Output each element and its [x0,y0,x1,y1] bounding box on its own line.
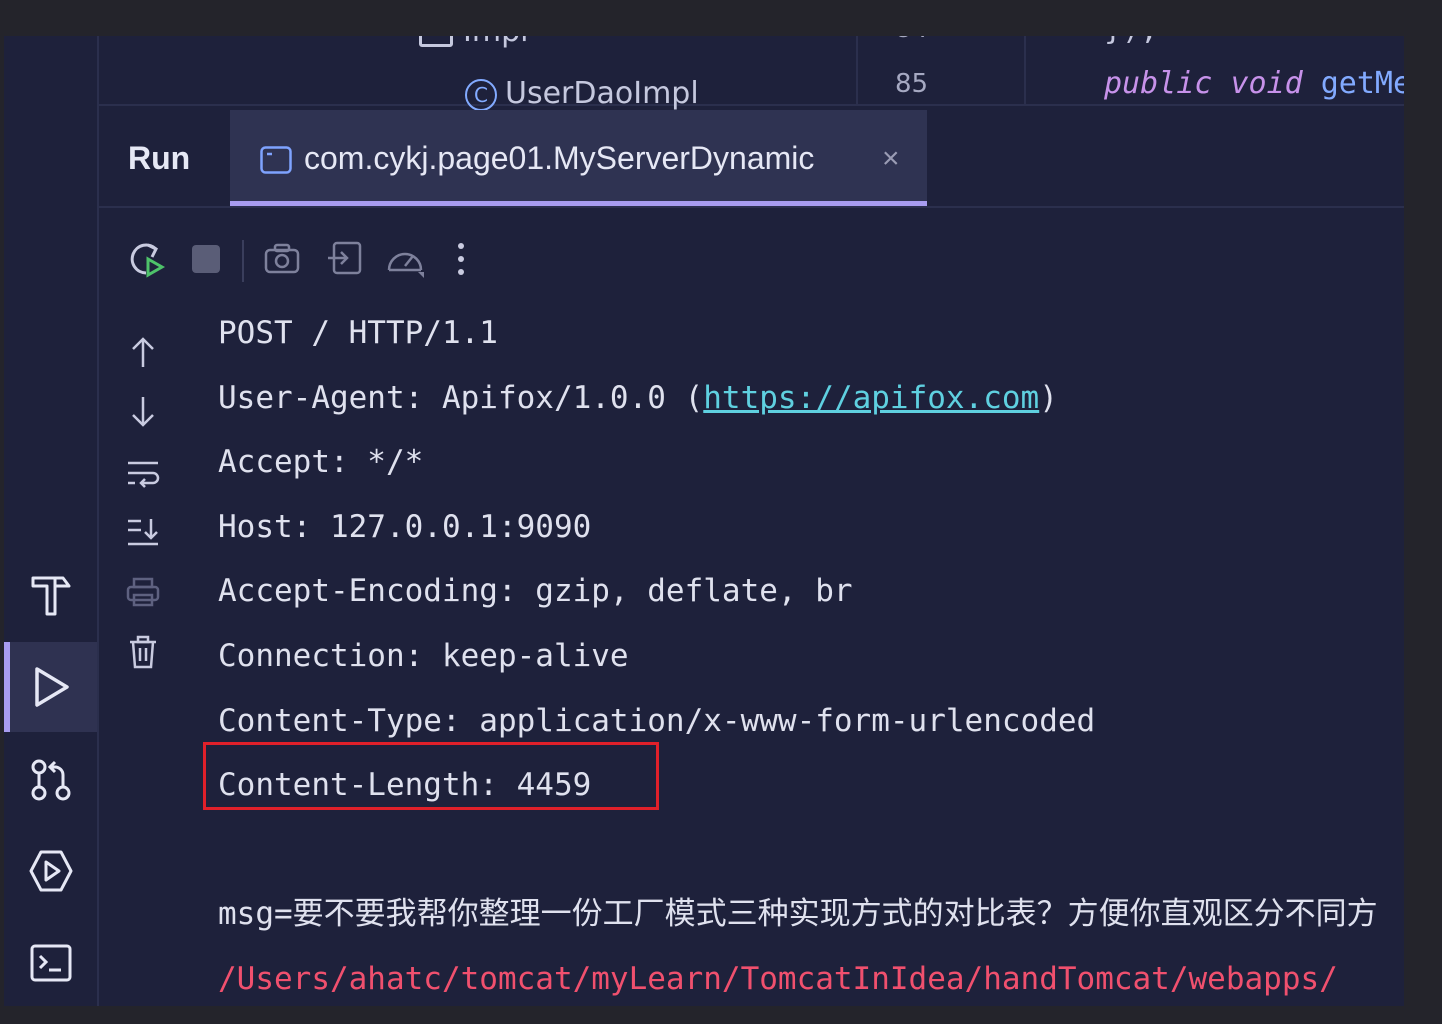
tree-item-label: Impl [463,36,528,49]
line-number: 85 [895,69,929,99]
console-line: Accept-Encoding: gzip, deflate, br [218,573,853,610]
code-line[interactable]: public void getMe [1104,66,1404,101]
run-tab-bar: Run com.cykj.page01.MyServerDynamic × [99,106,1404,208]
console-line: User-Agent: Apifox/1.0.0 (https://apifox… [218,366,1404,431]
console-error-line: /Users/ahatc/tomcat/myLearn/TomcatInIdea… [218,960,1338,997]
soft-wrap-icon[interactable] [122,454,164,494]
trash-icon[interactable] [124,632,162,672]
console-link[interactable]: https://apifox.com [703,380,1039,416]
stop-icon[interactable] [187,239,225,279]
console-line: Accept: */* [218,444,424,481]
console-line: POST / HTTP/1.1 [218,315,498,351]
gutter-divider [1024,36,1026,104]
camera-icon[interactable] [260,239,304,279]
print-icon[interactable] [122,572,164,612]
console-line: Host: 127.0.0.1:9090 [218,508,592,545]
build-hammer-icon[interactable] [4,549,97,639]
console-text: User-Agent: Apifox/1.0.0 ( [218,379,704,416]
git-icon[interactable] [4,734,97,824]
terminal-icon[interactable] [4,918,97,1006]
console-output[interactable]: POST / HTTP/1.1 User-Agent: Apifox/1.0.0… [218,301,1404,1006]
code-text: }); [1104,36,1158,47]
services-icon[interactable] [4,826,97,916]
project-tree-item-impl[interactable]: Impl [419,36,528,49]
run-icon[interactable] [4,642,97,732]
highlight-box [203,742,659,810]
keyword-public: public [1104,66,1213,101]
run-panel-title: Run [128,140,191,176]
tab-label: com.cykj.page01.MyServerDynamic [304,140,815,176]
arrow-down-icon[interactable] [124,392,162,432]
toolbar-separator [242,240,244,282]
tool-window-stripe [4,36,99,1006]
arrow-up-icon[interactable] [124,332,162,372]
rerun-icon[interactable] [124,236,168,282]
exit-icon[interactable] [322,236,366,280]
scroll-to-end-icon[interactable] [122,512,164,552]
console-window-icon [260,146,292,179]
speed-gauge-icon[interactable] [382,239,428,279]
tab-run-configuration[interactable]: com.cykj.page01.MyServerDynamic × [230,110,927,206]
keyword-void: void [1230,66,1303,101]
method-name: getMe [1320,66,1404,101]
folder-icon [419,36,453,47]
console-line-empty [218,818,1404,883]
more-icon[interactable] [446,236,476,282]
editor-strip: Impl CUserDaoImpl 84 85 }); public void … [99,36,1404,111]
console-line: Connection: keep-alive [218,637,629,674]
console-line: msg=要不要我帮你整理一份工厂模式三种实现方式的对比表？方便你直观区分不同方 [218,896,1378,933]
code-line[interactable]: }); [1104,36,1158,47]
close-icon[interactable]: × [882,142,900,176]
ide-window: Impl CUserDaoImpl 84 85 }); public void … [4,36,1404,1006]
console-text: ) [1039,379,1058,416]
line-number: 84 [895,36,928,44]
tree-divider [856,36,858,104]
